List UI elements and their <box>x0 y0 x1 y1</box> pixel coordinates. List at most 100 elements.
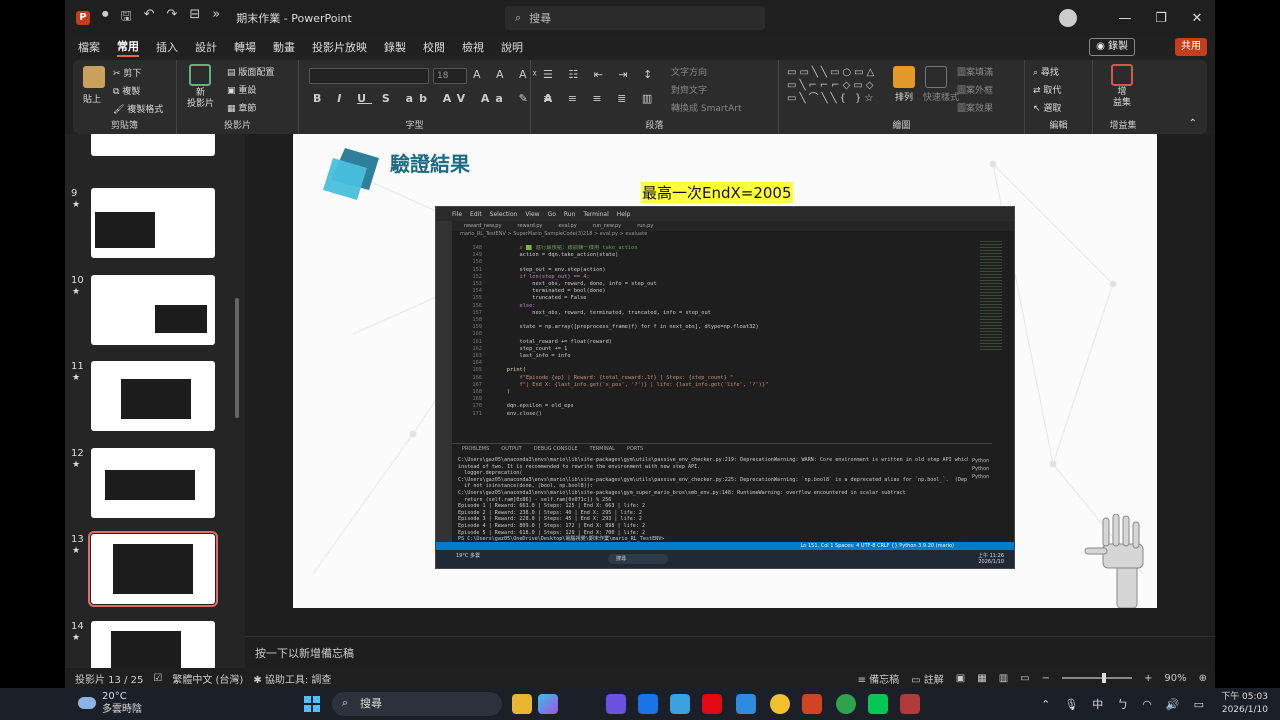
save-icon[interactable]: 🖫 <box>121 7 132 29</box>
taskbar-search[interactable]: 搜尋 <box>332 692 502 716</box>
chrome-icon[interactable] <box>770 694 790 714</box>
ime-indicator[interactable]: 中 <box>1092 696 1103 712</box>
addins-button[interactable]: 增 益集 <box>1113 87 1131 109</box>
tab-5[interactable]: 動畫 <box>273 39 295 55</box>
restore-icon[interactable]: ❐ <box>1143 11 1179 26</box>
weather-widget[interactable]: 20°C 多雲時陰 <box>102 690 142 716</box>
tab-4[interactable]: 轉場 <box>234 39 256 55</box>
slide-thumbnail[interactable] <box>91 188 215 258</box>
select-button[interactable]: ↖ 選取 <box>1033 101 1061 114</box>
cut-button[interactable]: ✂ 剪下 <box>113 66 141 79</box>
slide-thumbnail-row[interactable]: 10 ★ <box>65 274 245 351</box>
copilot-icon[interactable] <box>538 694 558 714</box>
section-button[interactable]: ▦ 章節 <box>227 101 256 114</box>
vscode-icon[interactable] <box>736 694 756 714</box>
font-format-buttons[interactable]: B I U S ab AV Aa ✎ A <box>313 92 558 105</box>
smartart-button[interactable]: 轉換成 SmartArt <box>671 101 741 114</box>
find-button[interactable]: ⌕ 尋找 <box>1033 65 1059 78</box>
tab-9[interactable]: 檢視 <box>462 39 484 55</box>
accessibility-button[interactable]: ✱ 協助工具: 調查 <box>253 671 331 686</box>
slide-thumbnail[interactable] <box>91 447 215 518</box>
taskbar-clock[interactable]: 下午 05:03 2026/1/10 <box>1221 691 1268 717</box>
notes-pane[interactable]: 按一下以新增備忘稿 <box>245 636 1215 668</box>
chrome-profile-icon[interactable] <box>836 694 856 714</box>
arrange-icon[interactable] <box>893 66 915 88</box>
record-button[interactable]: ◉ 錄製 <box>1089 38 1135 56</box>
wifi-icon[interactable]: ◠ <box>1142 698 1152 711</box>
photos-icon[interactable] <box>670 694 690 714</box>
account-avatar[interactable] <box>1059 9 1077 27</box>
minimize-icon[interactable]: — <box>1107 11 1143 26</box>
font-name-input[interactable] <box>309 68 429 84</box>
undo-icon[interactable]: ↶ <box>144 7 155 29</box>
font-size-input[interactable]: 18 <box>433 68 467 84</box>
slideshow-icon[interactable]: ▭ <box>1020 673 1029 684</box>
tray-overflow-icon[interactable]: ⌃ <box>1041 698 1050 711</box>
spellcheck-icon[interactable]: ☑ <box>153 673 162 684</box>
slide-thumbnail-partial[interactable] <box>91 134 215 156</box>
collapse-ribbon-icon[interactable]: ⌃ <box>1189 118 1197 129</box>
shapes-gallery[interactable]: ▭▭╲╲▭○▭△ ▭╲⌐⌐⌐◇▭◇ ▭╲⌒╲╲{ }☆ <box>787 66 877 105</box>
current-slide[interactable]: 驗證結果 最高一次EndX=2005 File Edit Selection View… <box>293 134 1157 608</box>
align-buttons[interactable]: ≡ ≡ ≡ ≣ ▥ <box>543 92 658 105</box>
slide-thumbnail-row[interactable]: 14 ★ <box>65 620 245 668</box>
autosave-icon[interactable]: ⏺ <box>102 7 109 29</box>
slide-sorter-icon[interactable]: ▦ <box>977 673 986 684</box>
notes-button[interactable]: ≡ 備忘稿 <box>858 671 900 686</box>
tab-2[interactable]: 插入 <box>156 39 178 55</box>
tab-10[interactable]: 說明 <box>501 39 523 55</box>
file-explorer-icon[interactable] <box>512 694 532 714</box>
replace-button[interactable]: ⇄ 取代 <box>1033 83 1061 96</box>
tab-1[interactable]: 常用 <box>117 38 139 57</box>
new-slide-icon[interactable] <box>189 64 211 86</box>
quick-styles-icon[interactable] <box>925 66 947 88</box>
slide-thumbnail[interactable] <box>91 274 215 345</box>
slide-thumbnail-row[interactable]: 11 ★ <box>65 361 245 437</box>
ime-mode-icon[interactable]: ㄅ <box>1117 696 1128 712</box>
paste-button[interactable]: 貼上 <box>83 92 101 105</box>
microphone-icon[interactable]: 🎙 <box>1064 698 1078 711</box>
text-direction-button[interactable]: 文字方向 <box>671 65 707 78</box>
arrange-button[interactable]: 排列 <box>895 90 913 103</box>
slide-thumbnail-row[interactable]: 9 ★ <box>65 188 245 264</box>
format-painter-button[interactable]: 🖌 複製格式 <box>113 102 163 115</box>
tab-3[interactable]: 設計 <box>195 39 217 55</box>
line-icon[interactable] <box>868 694 888 714</box>
copy-button[interactable]: ⧉ 複製 <box>113 84 140 97</box>
tab-0[interactable]: 檔案 <box>78 39 100 55</box>
slide-thumbnail-row[interactable]: 13 ★ <box>65 531 245 610</box>
slide-thumbnail[interactable] <box>91 620 215 668</box>
language-indicator[interactable]: 繁體中文 (台灣) <box>172 671 243 686</box>
search-box[interactable]: ⌕ 搜尋 <box>505 6 765 30</box>
paste-icon[interactable] <box>83 66 105 88</box>
tab-8[interactable]: 校閱 <box>423 39 445 55</box>
tab-7[interactable]: 錄製 <box>384 39 406 55</box>
slide-thumbnail[interactable] <box>91 361 215 431</box>
zoom-slider[interactable] <box>1061 673 1132 683</box>
reading-view-icon[interactable]: ▥ <box>999 673 1008 684</box>
powerpoint-taskbar-icon[interactable] <box>802 694 822 714</box>
addins-icon[interactable] <box>1111 64 1133 86</box>
redo-icon[interactable]: ↷ <box>166 7 177 29</box>
close-icon[interactable]: ✕ <box>1179 11 1215 26</box>
netflix-icon[interactable] <box>702 694 722 714</box>
present-icon[interactable]: ⊟ <box>189 7 200 29</box>
shape-effects-button[interactable]: 圖案效果 <box>957 101 993 114</box>
reset-button[interactable]: ▣ 重設 <box>227 83 256 96</box>
slide-thumbnail-row[interactable]: 12 ★ <box>65 447 245 524</box>
share-button[interactable]: 共用 <box>1175 38 1207 56</box>
comments-button[interactable]: ▭ 註解 <box>911 671 944 686</box>
layout-button[interactable]: ▤ 版面配置 <box>227 65 274 78</box>
customize-toolbar-icon[interactable]: » <box>212 7 220 29</box>
zoom-level[interactable]: 90% <box>1164 673 1186 684</box>
store-icon[interactable] <box>606 694 626 714</box>
tab-6[interactable]: 投影片放映 <box>312 39 367 55</box>
thumbnail-scrollbar[interactable] <box>235 134 239 418</box>
align-text-button[interactable]: 對齊文字 <box>671 83 707 96</box>
quick-styles-button[interactable]: 快速樣式 <box>923 90 959 103</box>
slide-thumbnail[interactable] <box>88 531 218 607</box>
outlook-icon[interactable] <box>638 694 658 714</box>
battery-icon[interactable]: ▭ <box>1194 698 1204 711</box>
windows-start-icon[interactable] <box>304 696 320 712</box>
fit-to-window-icon[interactable]: ⊕ <box>1199 673 1207 684</box>
